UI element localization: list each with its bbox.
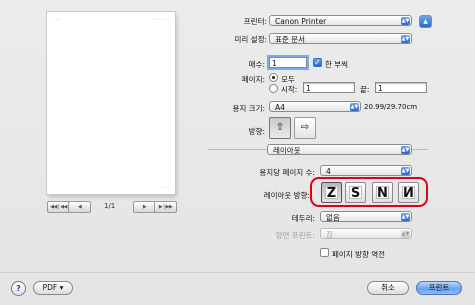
landscape-icon: ⇨ bbox=[300, 122, 310, 133]
pages-all-radio[interactable] bbox=[269, 73, 278, 82]
next-page-button[interactable]: ▶ bbox=[133, 201, 156, 213]
popup-arrows-icon: ▲▼ bbox=[401, 230, 410, 238]
reverse-orientation-checkbox[interactable] bbox=[320, 248, 329, 257]
copies-field[interactable]: 1 bbox=[269, 57, 307, 68]
reverse-orientation-label: 페이지 방향 역전 bbox=[332, 250, 386, 259]
collate-checkbox[interactable]: ✓ bbox=[313, 58, 322, 67]
border-label: 테두리: bbox=[291, 214, 315, 223]
layout-reverse-n-icon: И bbox=[403, 186, 414, 201]
layout-s-icon: S bbox=[350, 186, 361, 201]
popup-arrows-icon: ▲▼ bbox=[401, 17, 410, 25]
presets-label: 미리 설정: bbox=[234, 35, 267, 44]
presets-popup[interactable]: 표준 문서 ▲▼ bbox=[269, 33, 412, 44]
help-button[interactable]: ? bbox=[11, 281, 26, 296]
layout-z-icon: Z bbox=[326, 186, 337, 201]
page-count: 1/1 bbox=[104, 202, 116, 210]
copies-label: 매수: bbox=[248, 60, 265, 69]
landscape-orientation-button[interactable]: ⇨ bbox=[294, 117, 316, 139]
paper-size-popup[interactable]: A4 ▲▼ bbox=[269, 101, 361, 112]
pages-range-radio[interactable] bbox=[269, 84, 278, 93]
pages-to-field[interactable]: 1 bbox=[375, 82, 427, 93]
popup-arrows-icon: ▲▼ bbox=[350, 103, 359, 111]
printer-popup[interactable]: Canon Printer ▲▼ bbox=[269, 15, 412, 26]
preview-header-right: • • • • • • bbox=[153, 17, 169, 21]
orientation-label: 방향: bbox=[248, 127, 265, 136]
pages-from-label: 시작: bbox=[281, 85, 298, 94]
layout-n-icon: N bbox=[377, 186, 388, 201]
portrait-icon: ⇧ bbox=[275, 122, 285, 133]
last-page-button[interactable]: ▶ | ▶▶ bbox=[154, 201, 177, 213]
help-icon: ? bbox=[16, 284, 21, 293]
paper-dimensions: 20.99/29.70cm bbox=[364, 103, 418, 111]
portrait-orientation-button[interactable]: ⇧ bbox=[269, 117, 291, 139]
layout-direction-n-button[interactable]: N bbox=[372, 182, 393, 203]
cancel-button[interactable]: 취소 bbox=[367, 281, 409, 295]
popup-arrows-icon: ▲▼ bbox=[401, 35, 410, 43]
layout-direction-label: 레이아웃 방향: bbox=[263, 191, 310, 200]
pages-per-sheet-label: 용지당 페이지 수: bbox=[259, 168, 315, 177]
previous-page-button[interactable]: ◀ bbox=[68, 201, 91, 213]
print-button[interactable]: 프린트 bbox=[416, 281, 462, 295]
preview-header-left: • • • bbox=[53, 17, 61, 21]
two-sided-popup: 끔 ▲▼ bbox=[320, 228, 412, 239]
section-popup[interactable]: 레이아웃 ▲▼ bbox=[267, 144, 412, 155]
pages-to-label: 끝: bbox=[360, 85, 370, 94]
border-popup[interactable]: 없음 ▲▼ bbox=[320, 211, 412, 222]
print-preview-page: • • • • • • • • • • • • bbox=[47, 12, 175, 194]
pdf-menu-button[interactable]: PDF ▾ bbox=[33, 281, 73, 295]
footer-divider bbox=[0, 272, 475, 273]
layout-direction-z-button[interactable]: Z bbox=[321, 182, 342, 203]
pages-from-field[interactable]: 1 bbox=[303, 82, 355, 93]
print-dialog: • • • • • • • • • • • • ◀◀ | ◀◀ ◀ 1/1 ▶ … bbox=[0, 0, 475, 305]
popup-arrows-icon: ▲▼ bbox=[401, 146, 410, 154]
preview-footer: • • • bbox=[161, 185, 169, 189]
paper-size-label: 용지 크기: bbox=[232, 104, 265, 113]
first-page-button[interactable]: ◀◀ | ◀◀ bbox=[47, 201, 70, 213]
disclosure-toggle-button[interactable]: ▲ bbox=[419, 15, 432, 28]
popup-arrows-icon: ▲▼ bbox=[401, 213, 410, 221]
popup-arrows-icon: ▲▼ bbox=[401, 167, 410, 175]
two-sided-label: 양면 프린트: bbox=[275, 231, 315, 240]
layout-direction-reverse-n-button[interactable]: И bbox=[398, 182, 419, 203]
pages-per-sheet-popup[interactable]: 4 ▲▼ bbox=[320, 165, 412, 176]
printer-label: 프린터: bbox=[243, 17, 267, 26]
collate-label: 한 부씩 bbox=[325, 60, 349, 69]
pages-label: 페이지: bbox=[241, 75, 265, 84]
layout-direction-s-button[interactable]: S bbox=[345, 182, 366, 203]
